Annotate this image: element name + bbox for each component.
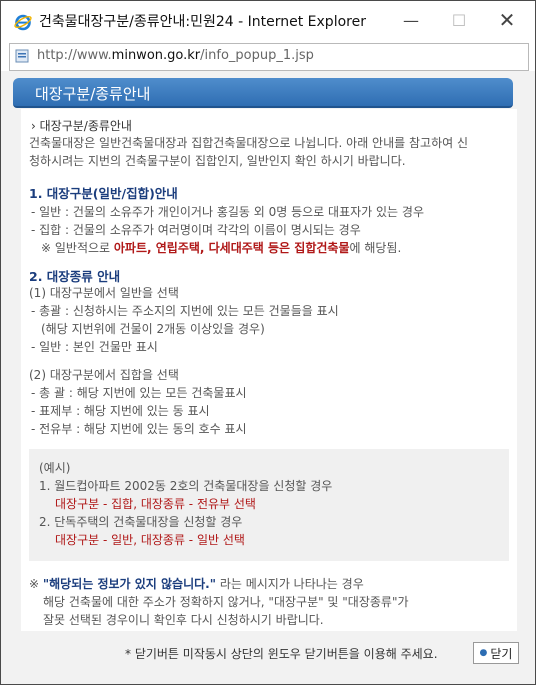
example-label: (예시) xyxy=(39,461,71,475)
notice-mark: ※ xyxy=(29,577,43,591)
intro-line-1: 건축물대장은 일반건축물대장과 집합건축물대장으로 나뉩니다. 아래 안내를 참… xyxy=(29,136,468,150)
bullet-icon: ● xyxy=(479,648,488,658)
section-1-line-2: - 집합 : 건물의 소유주가 여러명이며 각각의 이름이 명시되는 경우 xyxy=(31,223,361,237)
note-prefix: ※ 일반적으로 xyxy=(41,241,114,255)
notice-line-1: ※ "해당되는 정보가 있지 않습니다." 라는 메시지가 나타나는 경우 xyxy=(29,575,364,592)
section-1-line-1: - 일반 : 건물의 소유주가 개인이거나 홍길동 외 0명 등으로 대표자가 … xyxy=(31,205,424,219)
address-bar[interactable]: http://www.minwon.go.kr/info_popup_1.jsp xyxy=(9,43,529,71)
url-path: /info_popup_1.jsp xyxy=(200,48,314,63)
url-text: http://www.minwon.go.kr/info_popup_1.jsp xyxy=(37,48,314,63)
note-highlight: 아파트, 연립주택, 다세대주택 등은 집합건축물 xyxy=(113,241,350,255)
notice-line-2: 해당 건축물에 대한 주소가 정확하지 않거나, "대장구분" 및 "대장종류"… xyxy=(43,595,409,609)
notice-line-3: 잘못 선택된 경우이니 확인후 다시 신청하시기 바랍니다. xyxy=(43,613,324,627)
example-item-1: 1. 월드컵아파트 2002동 2호의 건축물대장을 신청할 경우 xyxy=(39,479,333,493)
close-button[interactable]: ● 닫기 xyxy=(473,642,519,664)
section-2-item-4: - 표제부 : 해당 지번에 있는 동 표시 xyxy=(31,404,210,418)
page-icon xyxy=(15,49,29,63)
internet-explorer-icon xyxy=(14,14,32,31)
header-bar: 대장구분/종류안내 xyxy=(13,78,513,108)
section-2-item-3: - 총 괄 : 해당 지번에 있는 모든 건축물표시 xyxy=(31,386,247,400)
maximize-button[interactable]: ☐ xyxy=(441,8,477,32)
example-item-1-selection: 대장구분 - 집합, 대장종류 - 전유부 선택 xyxy=(55,497,256,511)
section-2-item-1-note: (해당 지번위에 건물이 2개동 이상있을 경우) xyxy=(41,322,265,336)
notice-line-1-rest: 라는 메시지가 나타나는 경우 xyxy=(216,577,364,591)
note-suffix: 에 해당됨. xyxy=(349,241,402,255)
section-1-title: 1. 대장구분(일반/집합)안내 xyxy=(29,186,178,201)
url-domain: minwon.go.kr xyxy=(111,48,201,63)
section-2-title: 2. 대장종류 안내 xyxy=(29,269,121,284)
section-2-sub-2: (2) 대장구분에서 집합을 선택 xyxy=(29,368,179,382)
section-2-item-1: - 총괄 : 신청하시는 주소지의 지번에 있는 모든 건물들을 표시 xyxy=(31,304,339,318)
example-box: (예시) 1. 월드컵아파트 2002동 2호의 건축물대장을 신청할 경우 대… xyxy=(29,449,509,561)
popup-window: 건축물대장구분/종류안내:민원24 - Internet Explorer — … xyxy=(0,0,536,685)
section-2-item-5: - 전유부 : 해당 지번에 있는 동의 호수 표시 xyxy=(31,422,247,436)
minimize-button[interactable]: — xyxy=(393,8,429,32)
section-2-sub-1: (1) 대장구분에서 일반을 선택 xyxy=(29,286,179,300)
intro-line-2: 청하시려는 지번의 건축물구분이 집합인지, 일반인지 확인 하시기 바랍니다. xyxy=(29,154,406,168)
close-window-button[interactable]: ✕ xyxy=(489,8,525,32)
title-bar: 건축물대장구분/종류안내:민원24 - Internet Explorer — … xyxy=(1,1,535,39)
window-title: 건축물대장구분/종류안내:민원24 - Internet Explorer xyxy=(39,14,366,30)
notice-quote: "해당되는 정보가 있지 않습니다." xyxy=(42,577,216,591)
section-1-note: ※ 일반적으로 아파트, 연립주택, 다세대주택 등은 집합건축물에 해당됨. xyxy=(41,239,401,256)
close-button-label: 닫기 xyxy=(490,646,513,661)
example-item-2-selection: 대장구분 - 일반, 대장종류 - 일반 선택 xyxy=(55,533,245,547)
url-prefix: http://www. xyxy=(37,48,112,63)
breadcrumb: › 대장구분/종류안내 xyxy=(31,119,132,133)
footer-bar: * 닫기버튼 미작동시 상단의 윈도우 닫기버튼을 이용해 주세요. ● 닫기 xyxy=(1,631,535,684)
section-2-item-2: - 일반 : 본인 건물만 표시 xyxy=(31,340,158,354)
header-title: 대장구분/종류안내 xyxy=(35,85,151,103)
footer-note: * 닫기버튼 미작동시 상단의 윈도우 닫기버튼을 이용해 주세요. xyxy=(125,647,438,661)
example-item-2: 2. 단독주택의 건축물대장을 신청할 경우 xyxy=(39,515,243,529)
